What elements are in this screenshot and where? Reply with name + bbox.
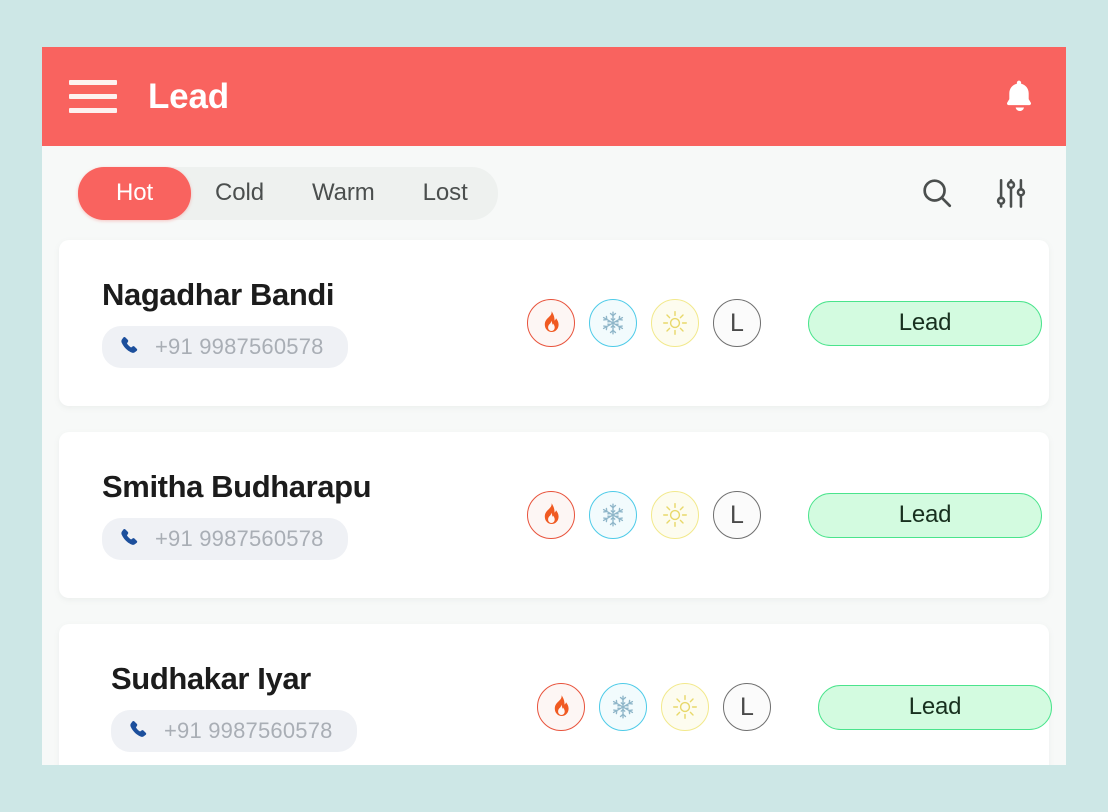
lead-phone-number: +91 9987560578 [155,333,324,359]
phone-icon [121,529,138,545]
lead-status-label: Lead [898,309,952,336]
lead-phone-chip[interactable]: +91 9987560578 [111,709,357,752]
filter-sliders-icon[interactable] [992,174,1030,212]
lead-status-button[interactable]: Lead [818,684,1052,730]
hamburger-bar-3 [69,108,117,113]
tab-lost[interactable]: Lost [399,167,498,220]
phone-icon [130,721,147,737]
tab-hot-label: Hot [115,179,154,206]
sun-icon[interactable] [661,683,709,731]
lead-status-tab-group: Hot Cold Warm Lost [78,166,498,220]
tab-bar-actions [918,174,1030,212]
lead-list: Nagadhar Bandi +91 9987560578 L Lead Smi… [42,240,1066,765]
hamburger-bar-1 [69,80,117,85]
letter-l-icon[interactable]: L [713,299,761,347]
lead-status-icon-group: L [537,683,771,731]
app-bar: Lead [42,47,1066,146]
letter-l-icon[interactable]: L [723,683,771,731]
tab-bar: Hot Cold Warm Lost [42,146,1066,240]
tab-warm[interactable]: Warm [288,167,399,220]
flame-icon[interactable] [527,491,575,539]
lead-status-label: Lead [908,693,962,720]
snowflake-icon[interactable] [599,683,647,731]
lead-status-button[interactable]: Lead [808,492,1042,538]
lead-status-button[interactable]: Lead [808,300,1042,346]
lead-info: Nagadhar Bandi +91 9987560578 [102,277,522,368]
lead-info: Sudhakar Iyar +91 9987560578 [111,661,531,752]
tab-hot[interactable]: Hot [78,166,191,220]
tab-warm-label: Warm [311,179,375,206]
lead-card[interactable]: Sudhakar Iyar +91 9987560578 L Lead [59,624,1052,765]
lead-card[interactable]: Smitha Budharapu +91 9987560578 L Lead [59,432,1049,598]
snowflake-icon[interactable] [589,299,637,347]
lead-phone-chip[interactable]: +91 9987560578 [102,517,348,560]
page-title: Lead [148,77,229,116]
lead-status-icon-group: L [527,299,761,347]
bell-icon[interactable] [996,74,1042,120]
letter-l-label: L [730,500,744,529]
hamburger-menu-icon[interactable] [67,77,119,117]
hamburger-bar-2 [69,94,117,99]
phone-icon [121,337,138,353]
app-frame: Lead Hot Cold Warm Lost Nagadhar Bandi +… [42,47,1066,765]
lead-status-label: Lead [898,501,952,528]
search-icon[interactable] [918,174,956,212]
tab-cold[interactable]: Cold [191,167,288,220]
snowflake-icon[interactable] [589,491,637,539]
tab-cold-label: Cold [215,179,264,206]
lead-phone-number: +91 9987560578 [164,717,333,743]
letter-l-label: L [740,692,754,721]
lead-name: Smitha Budharapu [102,469,372,505]
lead-card[interactable]: Nagadhar Bandi +91 9987560578 L Lead [59,240,1049,406]
letter-l-icon[interactable]: L [713,491,761,539]
lead-phone-chip[interactable]: +91 9987560578 [102,325,348,368]
flame-icon[interactable] [527,299,575,347]
lead-info: Smitha Budharapu +91 9987560578 [102,469,522,560]
tab-lost-label: Lost [422,179,468,206]
lead-status-icon-group: L [527,491,761,539]
sun-icon[interactable] [651,299,699,347]
lead-name: Nagadhar Bandi [102,277,335,313]
sun-icon[interactable] [651,491,699,539]
lead-phone-number: +91 9987560578 [155,525,324,551]
letter-l-label: L [730,308,744,337]
flame-icon[interactable] [537,683,585,731]
lead-name: Sudhakar Iyar [111,661,311,697]
